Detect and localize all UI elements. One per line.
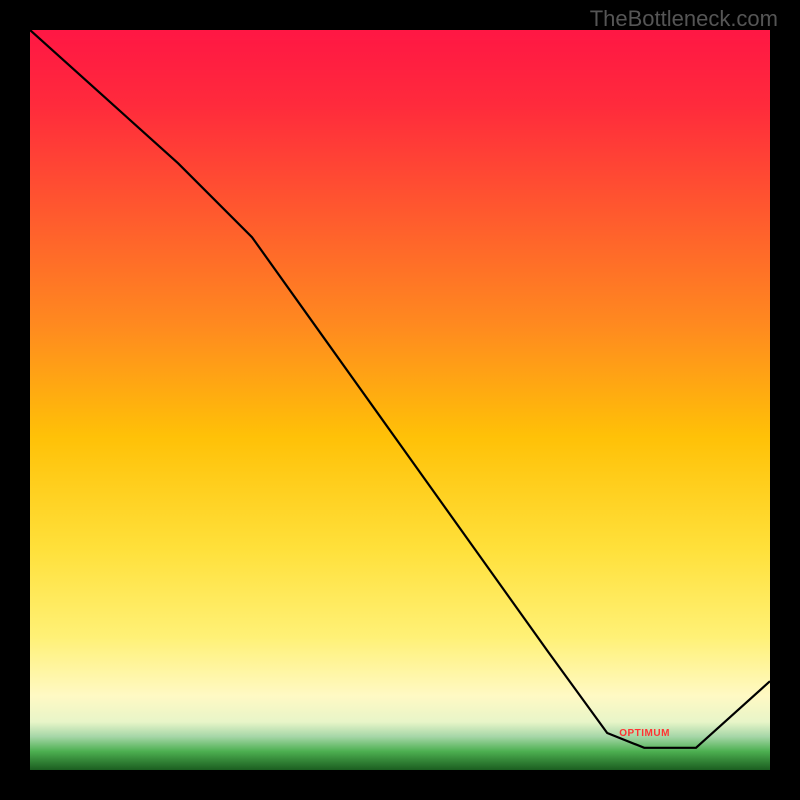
line-overlay xyxy=(30,30,770,770)
bottleneck-curve xyxy=(30,30,770,748)
watermark-text: TheBottleneck.com xyxy=(590,6,778,32)
plot-area: OPTIMUM xyxy=(30,30,770,770)
chart-container: TheBottleneck.com OPTIMUM xyxy=(0,0,800,800)
optimum-marker: OPTIMUM xyxy=(619,728,670,739)
